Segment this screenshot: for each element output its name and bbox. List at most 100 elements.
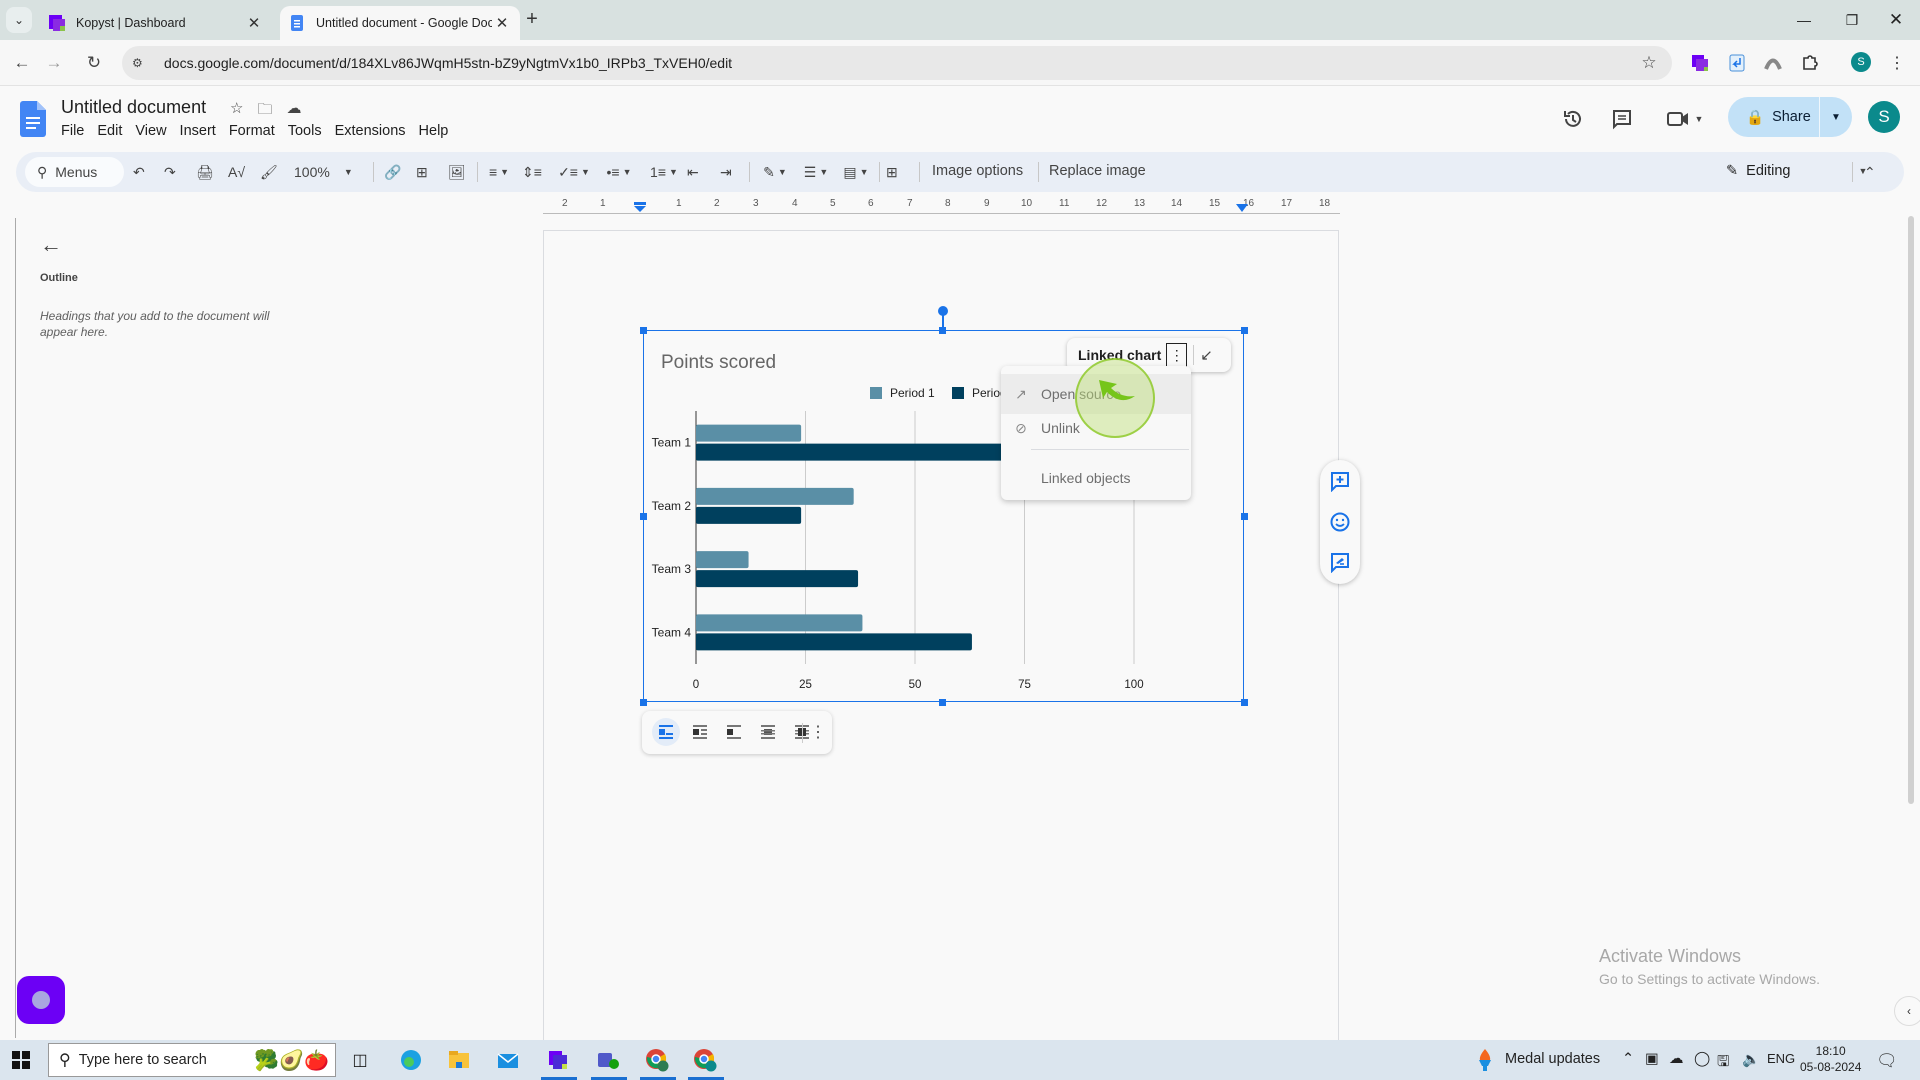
linked-chart-more-options-icon[interactable]: ⋮ xyxy=(1166,342,1188,368)
bookmark-star-icon[interactable]: ☆ xyxy=(1634,53,1664,73)
chrome-profile-a-icon[interactable] xyxy=(642,1046,672,1074)
rotate-handle[interactable] xyxy=(938,306,948,316)
resize-handle-bottom-left[interactable] xyxy=(640,699,647,706)
tab-search-button[interactable]: ⌄ xyxy=(6,7,32,33)
resize-handle-left[interactable] xyxy=(640,513,647,520)
url-bar[interactable]: ⚙ docs.google.com/document/d/184XLv86JWq… xyxy=(122,46,1672,80)
chrome-profile-s-icon[interactable] xyxy=(690,1046,720,1074)
right-indent-marker-icon[interactable] xyxy=(1236,204,1248,212)
account-avatar[interactable]: S xyxy=(1868,101,1900,133)
border-color-menu[interactable]: ✎ ▼ xyxy=(757,160,793,184)
close-tab-icon[interactable]: ✕ xyxy=(492,14,512,32)
side-panel-chevron-left-icon[interactable]: ‹ xyxy=(1894,996,1920,1026)
star-icon[interactable]: ☆ xyxy=(230,99,243,124)
onedrive-cloud-icon[interactable]: ☁ xyxy=(1669,1051,1684,1067)
add-emoji-reaction-icon[interactable] xyxy=(1329,511,1351,533)
google-docs-logo-icon[interactable] xyxy=(20,101,46,137)
teams-icon[interactable] xyxy=(593,1046,623,1074)
menu-edit[interactable]: Edit xyxy=(97,123,122,139)
search-menus-button[interactable]: ⚲ Menus xyxy=(25,157,124,187)
replace-image-button[interactable]: Replace image xyxy=(1049,163,1146,179)
menu-file[interactable]: File xyxy=(61,123,84,139)
menu-extensions[interactable]: Extensions xyxy=(335,123,406,139)
border-weight-menu[interactable]: ☰ ▼ xyxy=(798,160,834,184)
extensions-puzzle-icon[interactable] xyxy=(1799,52,1821,74)
profile-avatar[interactable]: S xyxy=(1851,52,1871,72)
numbered-list-menu[interactable]: 1≡ ▼ xyxy=(644,160,684,184)
in-line-layout-icon[interactable] xyxy=(652,718,680,746)
wrap-text-layout-icon[interactable] xyxy=(686,718,714,746)
system-clock[interactable]: 18:10 05-08-2024 xyxy=(1800,1043,1861,1075)
resize-handle-bottom-right[interactable] xyxy=(1241,699,1248,706)
edge-icon[interactable] xyxy=(396,1046,426,1074)
menu-insert[interactable]: Insert xyxy=(180,123,216,139)
teams-tray-icon[interactable]: ▣ xyxy=(1645,1051,1659,1067)
tab-kopyst-dashboard[interactable]: Kopyst | Dashboard ✕ xyxy=(40,6,272,40)
menu-tools[interactable]: Tools xyxy=(288,123,322,139)
undo-icon[interactable]: ↶ xyxy=(133,160,145,184)
close-tab-icon[interactable]: ✕ xyxy=(244,14,264,32)
document-title[interactable]: Untitled document xyxy=(61,97,206,118)
new-tab-button[interactable]: + xyxy=(520,8,544,31)
meet-button[interactable]: ▼ xyxy=(1664,105,1706,133)
back-button[interactable]: ← xyxy=(10,51,34,75)
spellcheck-icon[interactable]: A√ xyxy=(228,160,245,184)
restore-button[interactable]: ❐ xyxy=(1832,6,1872,34)
insert-image-icon[interactable]: 🖼 xyxy=(448,160,466,184)
tab-untitled-document[interactable]: Untitled document - Google Docs ✕ xyxy=(280,6,520,40)
resize-handle-top[interactable] xyxy=(939,327,946,334)
resize-handle-top-left[interactable] xyxy=(640,327,647,334)
crop-image-icon[interactable]: ⊞ xyxy=(886,160,898,184)
insert-link-icon[interactable]: 🔗 xyxy=(384,160,401,184)
file-explorer-icon[interactable] xyxy=(444,1046,474,1074)
menu-item-linked-objects[interactable]: Linked objects xyxy=(1001,458,1191,498)
chrome-menu-icon[interactable]: ⋮ xyxy=(1886,52,1908,74)
medal-app-icon[interactable] xyxy=(1476,1048,1494,1072)
collapse-arrows-icon[interactable]: ↙ xyxy=(1200,346,1213,364)
close-window-button[interactable]: ✕ xyxy=(1876,6,1916,34)
kopyst-extension-icon[interactable] xyxy=(1689,52,1711,74)
mail-icon[interactable] xyxy=(493,1046,523,1074)
print-icon[interactable]: 🖨 xyxy=(196,160,214,184)
suggest-edits-icon[interactable] xyxy=(1329,551,1351,573)
comments-icon[interactable] xyxy=(1608,105,1636,133)
network-icon[interactable]: 🖫 xyxy=(1717,1051,1729,1076)
camera-icon[interactable]: ◯ xyxy=(1694,1051,1710,1067)
editing-mode-select[interactable]: ✎ Editing ▼ xyxy=(1726,163,1867,179)
medal-updates-label[interactable]: Medal updates xyxy=(1505,1051,1600,1067)
add-comment-icon[interactable] xyxy=(1329,470,1351,492)
more-options-icon[interactable]: ⋮ xyxy=(804,718,832,746)
decrease-indent-icon[interactable]: ⇤ xyxy=(687,160,699,184)
left-indent-marker-icon[interactable] xyxy=(634,202,646,212)
border-dash-menu[interactable]: ▤ ▼ xyxy=(838,160,874,184)
increase-indent-icon[interactable]: ⇥ xyxy=(720,160,732,184)
resize-handle-right[interactable] xyxy=(1241,513,1248,520)
menu-format[interactable]: Format xyxy=(229,123,275,139)
vertical-scrollbar[interactable] xyxy=(1908,216,1914,804)
resize-handle-top-right[interactable] xyxy=(1241,327,1248,334)
zoom-select[interactable]: 100% ▼ xyxy=(294,160,366,184)
checklist-menu[interactable]: ✓≡ ▼ xyxy=(554,160,594,184)
kopyst-recorder-button[interactable] xyxy=(17,976,65,1024)
arc-extension-icon[interactable] xyxy=(1762,52,1784,74)
redo-icon[interactable]: ↷ xyxy=(164,160,176,184)
image-options-button[interactable]: Image options xyxy=(932,163,1023,179)
notifications-icon[interactable]: 🗨 xyxy=(1876,1051,1898,1071)
menu-help[interactable]: Help xyxy=(419,123,449,139)
windows-start-icon[interactable] xyxy=(12,1051,30,1069)
line-spacing-icon[interactable]: ⇕≡ xyxy=(522,160,542,184)
kopyst-taskbar-icon[interactable] xyxy=(543,1046,573,1074)
hide-menus-chevron-up-icon[interactable]: ⌃ xyxy=(1864,160,1876,184)
cloud-saved-icon[interactable]: ☁ xyxy=(286,99,301,124)
show-hidden-icons-chevron-up-icon[interactable]: ⌃ xyxy=(1622,1051,1634,1067)
move-to-folder-icon[interactable]: 🗀 xyxy=(257,99,272,124)
url-text[interactable]: docs.google.com/document/d/184XLv86JWqmH… xyxy=(164,55,1634,71)
resize-handle-bottom[interactable] xyxy=(939,699,946,706)
behind-text-layout-icon[interactable] xyxy=(754,718,782,746)
share-dropdown-button[interactable]: ▼ xyxy=(1820,112,1852,123)
share-button[interactable]: 🔒 Share xyxy=(1728,97,1820,137)
reload-button[interactable]: ↻ xyxy=(82,51,106,75)
bulleted-list-menu[interactable]: •≡ ▼ xyxy=(599,160,639,184)
extension-icon[interactable] xyxy=(1726,52,1748,74)
minimize-button[interactable]: — xyxy=(1784,6,1824,34)
